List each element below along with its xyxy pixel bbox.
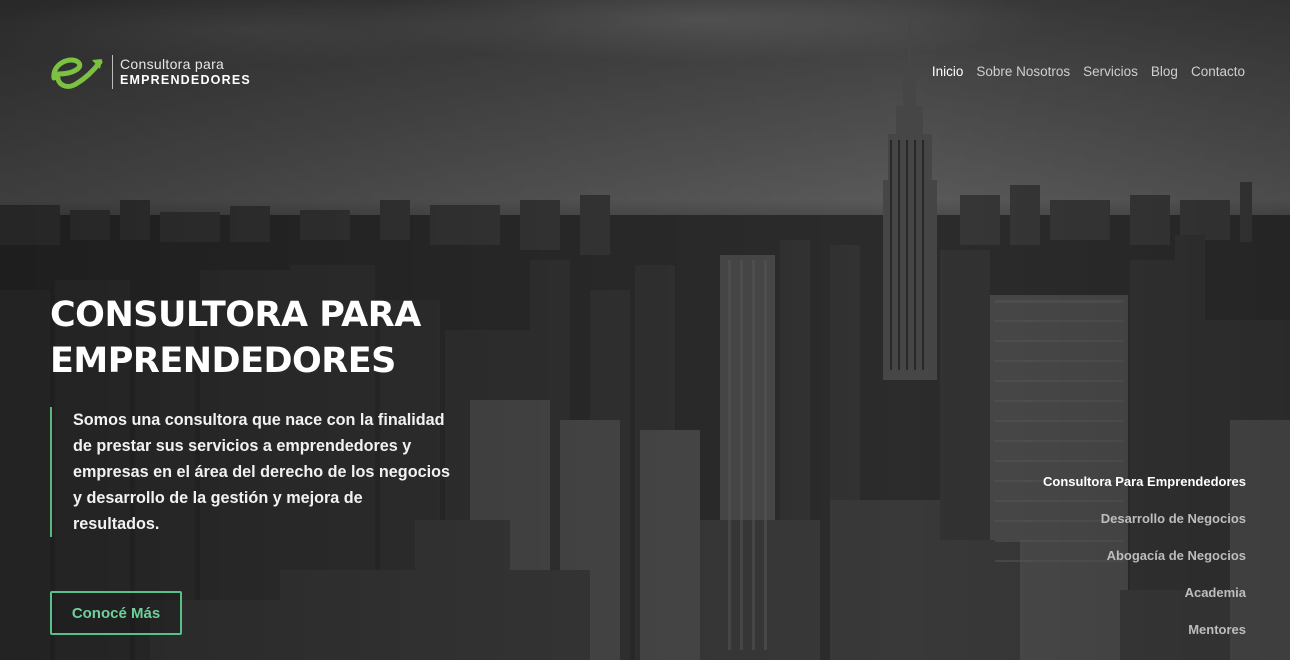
slider-item-academia[interactable]: Academia (1185, 583, 1246, 602)
nav-item-sobre-nosotros[interactable]: Sobre Nosotros (976, 64, 1070, 79)
e-arrow-logo-icon (51, 57, 103, 89)
nav-item-blog[interactable]: Blog (1151, 64, 1178, 79)
nav-item-inicio[interactable]: Inicio (932, 64, 964, 79)
main-nav: Inicio Sobre Nosotros Servicios Blog Con… (932, 64, 1245, 79)
nav-item-contacto[interactable]: Contacto (1191, 64, 1245, 79)
hero-title-line-1: CONSULTORA PARA (50, 295, 421, 335)
nav-item-servicios[interactable]: Servicios (1083, 64, 1138, 79)
logo-divider (112, 55, 113, 89)
hero-description: Somos una consultora que nace con la fin… (50, 407, 450, 537)
site-logo[interactable]: Consultora para EMPRENDEDORES (48, 50, 251, 94)
slider-item-consultora[interactable]: Consultora Para Emprendedores (1043, 472, 1246, 491)
logo-line-2: EMPRENDEDORES (120, 73, 251, 88)
slider-nav: Consultora Para Emprendedores Desarrollo… (1043, 472, 1246, 639)
slider-item-abogacia[interactable]: Abogacía de Negocios (1107, 546, 1246, 565)
logo-text: Consultora para EMPRENDEDORES (120, 57, 251, 87)
slider-item-mentores[interactable]: Mentores (1188, 620, 1246, 639)
learn-more-button[interactable]: Conocé Más (50, 591, 182, 635)
hero-title-line-2: EMPRENDEDORES (50, 341, 396, 381)
hero-title: CONSULTORA PARA EMPRENDEDORES (50, 292, 490, 384)
logo-line-1: Consultora para (120, 56, 225, 73)
slider-item-desarrollo[interactable]: Desarrollo de Negocios (1101, 509, 1246, 528)
